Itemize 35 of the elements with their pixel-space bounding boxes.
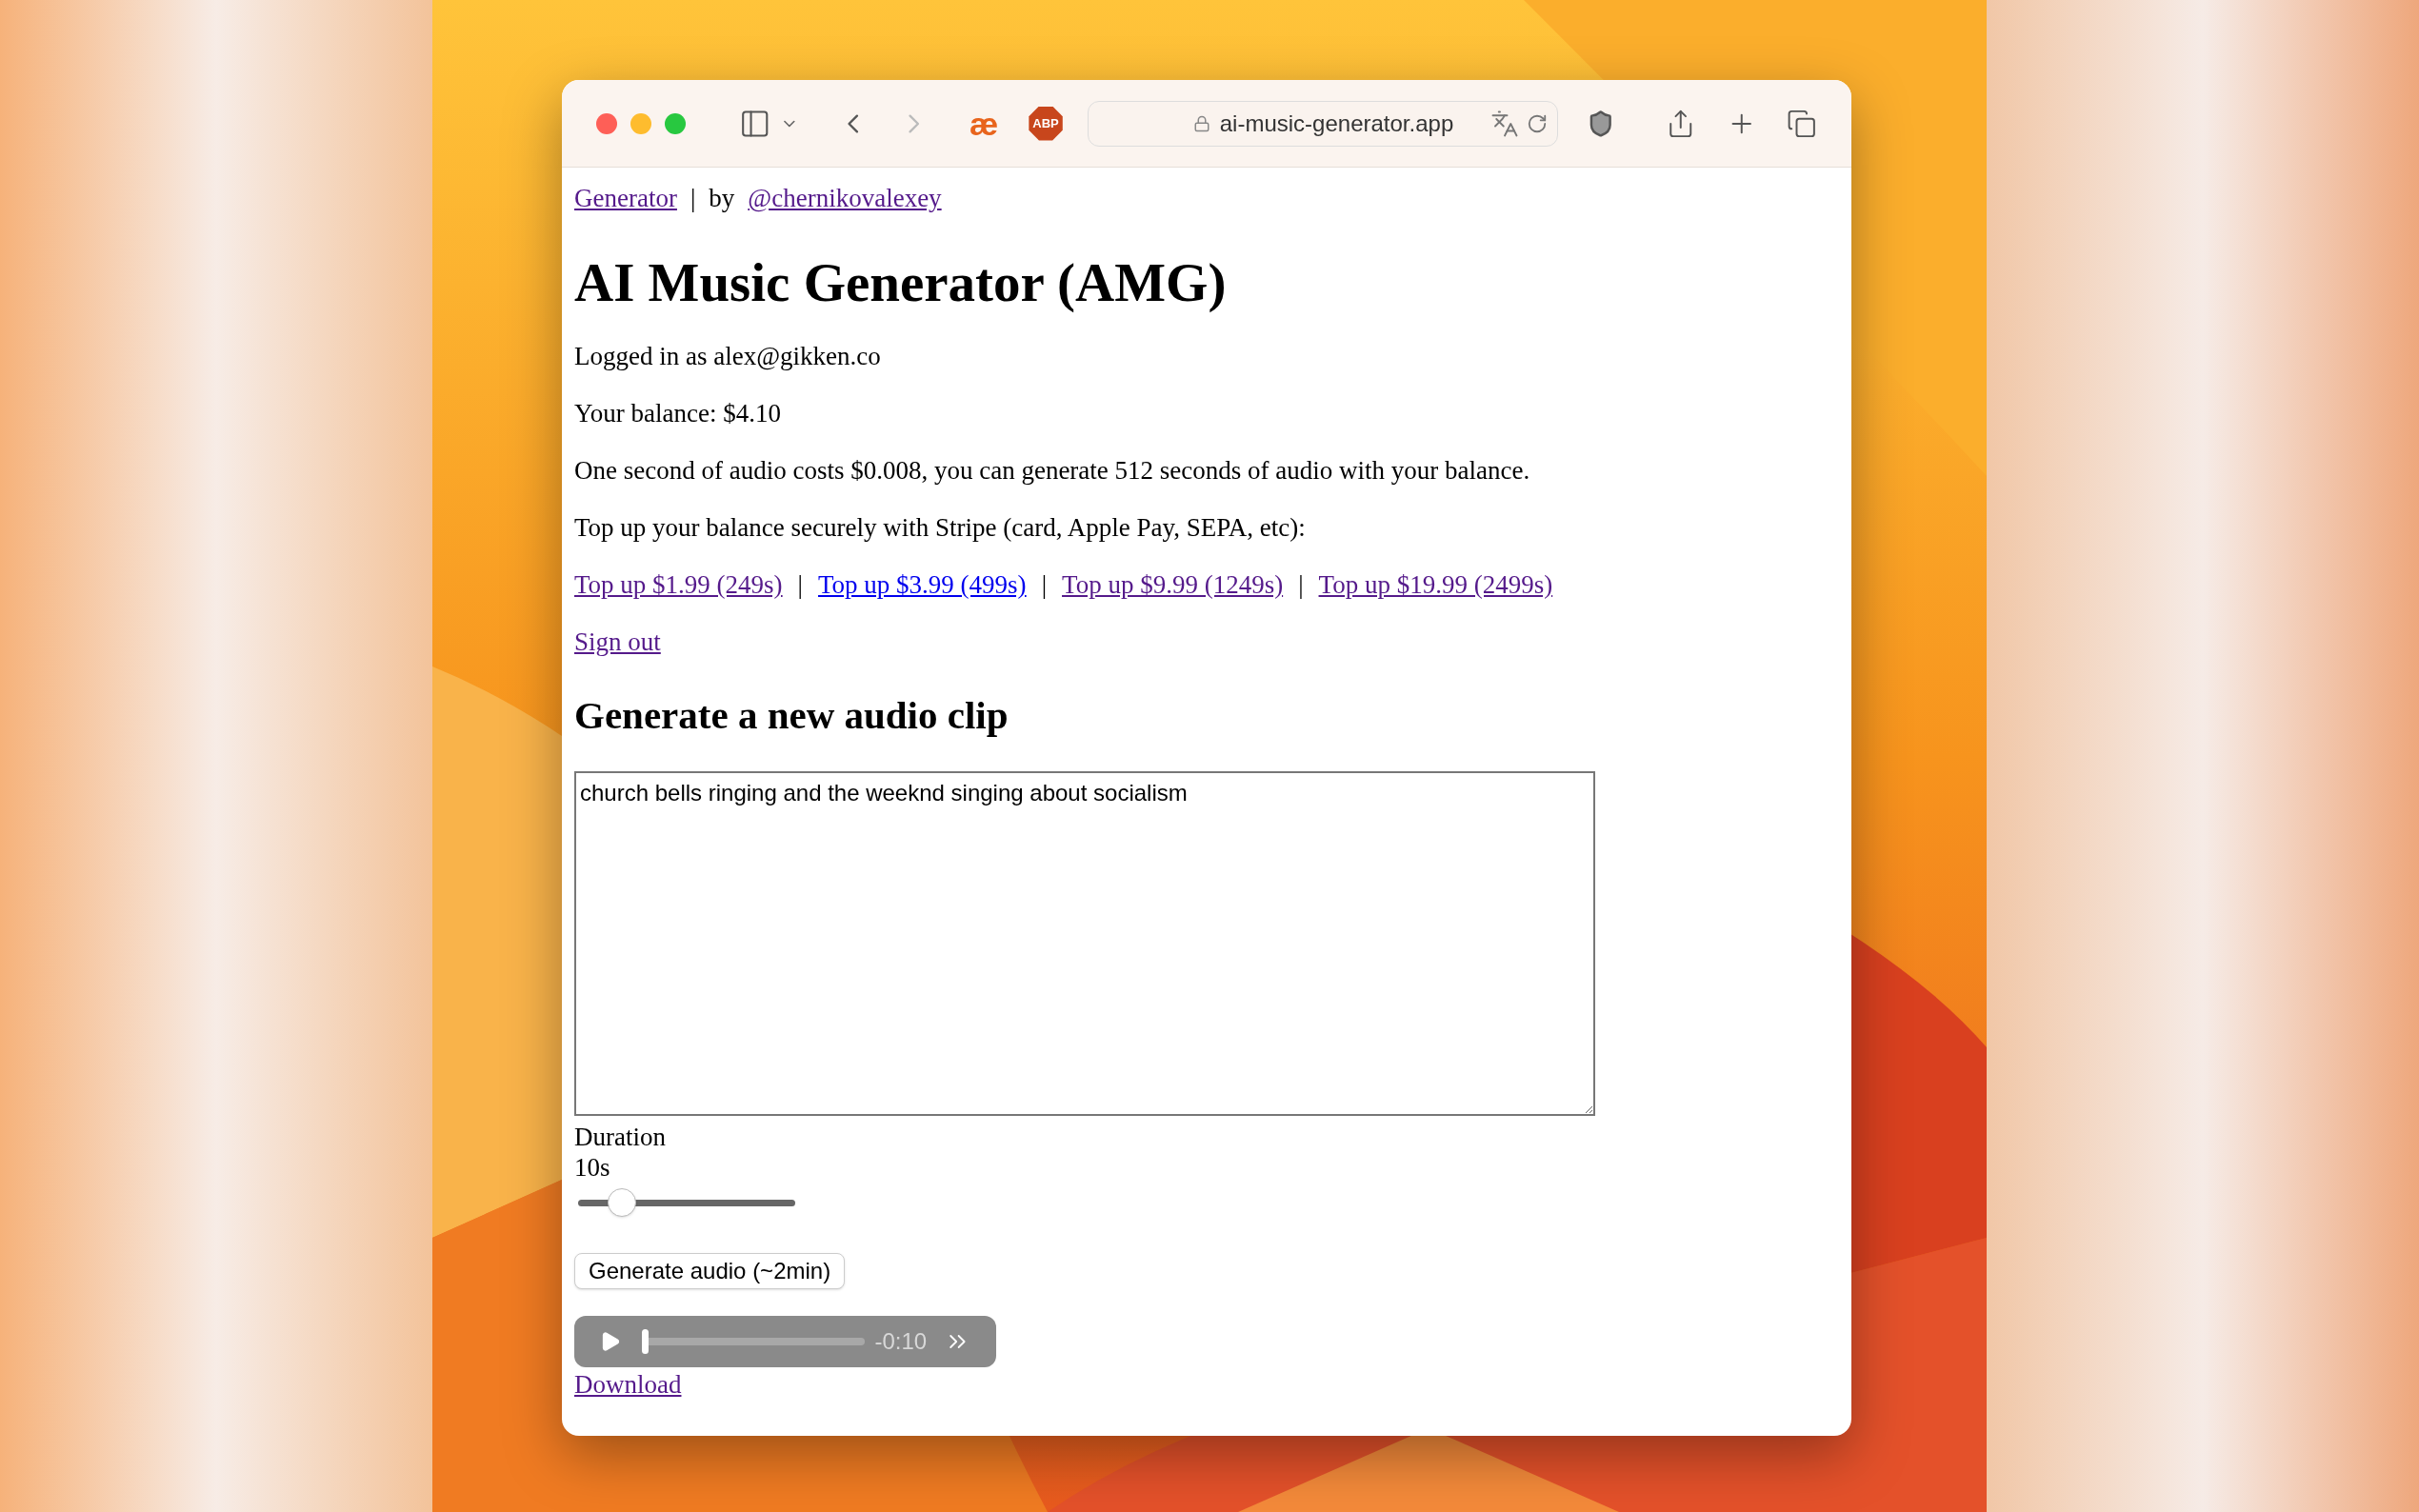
duration-reading: 10s bbox=[574, 1152, 611, 1183]
sign-out-link[interactable]: Sign out bbox=[574, 627, 661, 656]
reload-icon[interactable] bbox=[1526, 112, 1548, 134]
time-remaining: -0:10 bbox=[874, 1327, 928, 1356]
top-up-link[interactable]: Top up $1.99 (249s) bbox=[574, 569, 783, 600]
translate-icon[interactable] bbox=[1489, 109, 1519, 138]
separator-text: | bbox=[690, 183, 696, 213]
paragraph: Top up your balance securely with Stripe (card, Apple Pay, SEPA, etc): bbox=[574, 512, 1307, 543]
adblock-button[interactable]: ABP bbox=[1029, 106, 1063, 141]
top-up-link[interactable]: Top up $3.99 (499s) bbox=[818, 569, 1027, 600]
zoom-window-button[interactable] bbox=[665, 112, 686, 134]
by-text: by bbox=[709, 183, 735, 213]
separator-text: | bbox=[1041, 569, 1048, 600]
separator-text: | bbox=[797, 569, 803, 600]
top-up-link[interactable]: Top up $19.99 (2499s) bbox=[1318, 569, 1553, 600]
duration-slider[interactable] bbox=[578, 1188, 795, 1219]
section-title: Generate a new audio clip bbox=[574, 692, 1010, 739]
paragraph: Logged in as alex@gikken.co bbox=[574, 341, 882, 371]
address-bar[interactable]: ai-music-generator.app bbox=[1087, 100, 1558, 147]
prompt-field[interactable]: church bells ringing and the weeknd singing about socialism bbox=[574, 771, 1595, 1116]
url-text: ai-music-generator.app bbox=[1219, 109, 1454, 138]
page-title: AI Music Generator (AMG) bbox=[574, 251, 1228, 314]
lock-icon bbox=[1192, 114, 1210, 132]
generate-button[interactable]: Generate audio (~2min) bbox=[574, 1253, 846, 1289]
duration-label: Duration bbox=[574, 1122, 667, 1152]
progress-track[interactable] bbox=[642, 1329, 866, 1354]
top-up-link[interactable]: Top up $9.99 (1249s) bbox=[1062, 569, 1284, 600]
author-link[interactable]: @chernikovalexey bbox=[748, 183, 942, 213]
paragraph: Your balance: $4.10 bbox=[574, 398, 782, 428]
download-link[interactable]: Download bbox=[574, 1370, 682, 1399]
separator-text: | bbox=[1298, 569, 1304, 600]
paragraph: One second of audio costs $0.008, you can generate 512 seconds of audio with your balance. bbox=[574, 455, 1531, 486]
tabs-overview-icon[interactable] bbox=[1787, 108, 1817, 139]
close-window-button[interactable] bbox=[596, 112, 617, 134]
nav-link[interactable]: Generator bbox=[574, 183, 677, 213]
